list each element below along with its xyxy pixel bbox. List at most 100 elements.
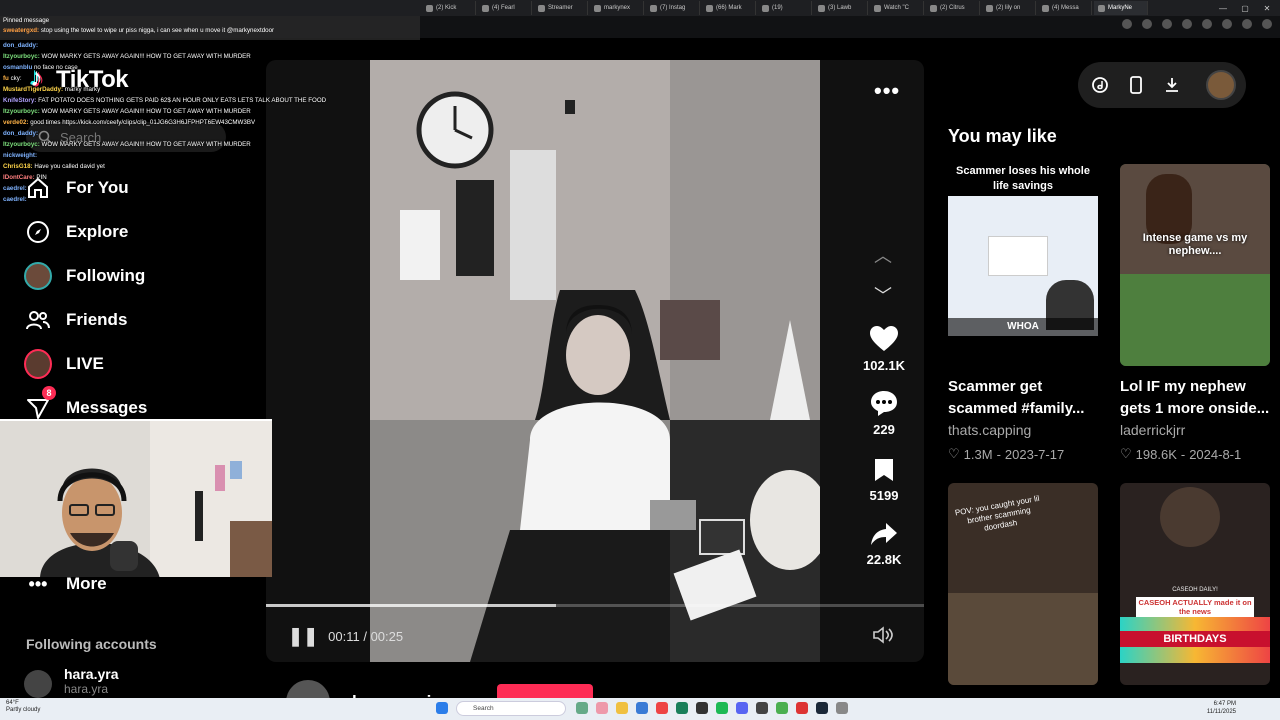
- nav-live[interactable]: LIVE: [24, 349, 104, 379]
- tab-label: Watch "C: [884, 5, 909, 11]
- browser-tab[interactable]: markynex: [590, 1, 644, 15]
- nav-friends[interactable]: Friends: [24, 306, 127, 334]
- windows-start-icon[interactable]: [436, 702, 448, 714]
- recommended-video-card[interactable]: Scammer loses his whole life savings WHO…: [948, 164, 1098, 462]
- browser-tab[interactable]: (19): [758, 1, 812, 15]
- following-account[interactable]: hara.yra hara.yra: [24, 666, 118, 698]
- steam-icon[interactable]: [816, 702, 828, 714]
- copilot-icon[interactable]: [596, 702, 608, 714]
- profile-icon[interactable]: [1242, 19, 1252, 29]
- close-window-button[interactable]: ✕: [1256, 0, 1278, 16]
- tab-label: (2) Kick: [436, 5, 457, 11]
- card-title[interactable]: Scammer get scammed #family...: [948, 376, 1098, 420]
- store-icon[interactable]: [636, 702, 648, 714]
- browser-tab[interactable]: (4) Messa: [1038, 1, 1092, 15]
- menu-icon[interactable]: [1262, 19, 1272, 29]
- bookmark-star-icon[interactable]: [1162, 19, 1172, 29]
- discord-icon[interactable]: [736, 702, 748, 714]
- share-button[interactable]: 22.8K: [858, 522, 910, 567]
- app-icon[interactable]: [836, 702, 848, 714]
- browser-tab[interactable]: Streamer: [534, 1, 588, 15]
- video-thumbnail[interactable]: Scammer loses his whole life savings WHO…: [948, 164, 1098, 366]
- chat-username: fu: [3, 75, 9, 82]
- following-avatar-icon: [24, 262, 52, 290]
- thumbnail-tag: CASEOH DAILY!: [1172, 587, 1218, 593]
- volume-button[interactable]: [872, 626, 894, 644]
- file-explorer-icon[interactable]: [616, 702, 628, 714]
- edge-icon[interactable]: [676, 702, 688, 714]
- app-icon[interactable]: [696, 702, 708, 714]
- share-arrow-icon: [871, 523, 897, 545]
- app-icon[interactable]: [656, 702, 668, 714]
- recommended-video-card[interactable]: POV: you caught your lil brother scammin…: [948, 483, 1098, 685]
- chat-text: no face no case: [33, 64, 78, 71]
- obs-icon[interactable]: [756, 702, 768, 714]
- video-thumbnail[interactable]: CASEOH DAILY! CASEOH ACTUALLY made it on…: [1120, 483, 1270, 685]
- tab-label: (7) Instag: [660, 5, 686, 11]
- extension-icon[interactable]: [1182, 19, 1192, 29]
- tab-favicon-icon: [986, 4, 993, 12]
- next-video-chevron-icon[interactable]: ﹀: [874, 282, 892, 308]
- app-icon[interactable]: [776, 702, 788, 714]
- taskbar-clock[interactable]: 6:47 PM 11/11/2025: [1207, 700, 1236, 716]
- zoom-icon[interactable]: [1122, 19, 1132, 29]
- save-button[interactable]: 5199: [858, 458, 910, 503]
- browser-tab[interactable]: (2) Citrus: [926, 1, 980, 15]
- nav-following[interactable]: Following: [24, 262, 145, 290]
- chat-message: ChrisG18: Have you called david yet: [0, 161, 420, 172]
- widgets-icon[interactable]: [576, 702, 588, 714]
- browser-tab[interactable]: Watch "C: [870, 1, 924, 15]
- profile-avatar[interactable]: [1206, 70, 1236, 100]
- weather-temp: 64°F: [6, 700, 19, 706]
- taskbar-search[interactable]: Search: [456, 701, 566, 716]
- chat-message: osmanblu no face no case: [0, 62, 420, 73]
- nav-label: LIVE: [66, 354, 104, 373]
- card-title[interactable]: Lol IF my nephew gets 1 more onside...: [1120, 376, 1270, 420]
- weather-widget[interactable]: 64°F Partly cloudy: [6, 700, 40, 714]
- video-thumbnail[interactable]: POV: you caught your lil brother scammin…: [948, 483, 1098, 685]
- coin-icon[interactable]: [1090, 75, 1110, 95]
- browser-tab[interactable]: (3) Lawb: [814, 1, 868, 15]
- video-more-options-icon[interactable]: •••: [874, 78, 900, 104]
- video-content-image: [370, 60, 820, 662]
- minimize-button[interactable]: —: [1212, 0, 1234, 16]
- card-author[interactable]: laderrickjrr: [1120, 422, 1270, 438]
- video-frame[interactable]: [370, 60, 820, 662]
- card-author[interactable]: thats.capping: [948, 422, 1098, 438]
- video-thumbnail[interactable]: Intense game vs my nephew....: [1120, 164, 1270, 366]
- tab-favicon-icon: [594, 4, 601, 12]
- sidebar-icon[interactable]: [1222, 19, 1232, 29]
- nav-explore[interactable]: Explore: [24, 218, 128, 246]
- recommended-video-card[interactable]: Intense game vs my nephew.... Lol IF my …: [1120, 164, 1270, 462]
- tab-favicon-icon: [818, 4, 825, 12]
- browser-tab[interactable]: (2) lily on: [982, 1, 1036, 15]
- recommended-video-card[interactable]: CASEOH DAILY! CASEOH ACTUALLY made it on…: [1120, 483, 1270, 685]
- pause-icon[interactable]: ❚❚: [288, 626, 318, 647]
- like-button[interactable]: 102.1K: [858, 326, 910, 373]
- spotify-icon[interactable]: [716, 702, 728, 714]
- browser-tab[interactable]: (2) Kick: [422, 1, 476, 15]
- chat-text: WOW MARKY GETS AWAY AGAIN!!! HOW TO GET …: [41, 141, 251, 148]
- device-icon[interactable]: [1126, 75, 1146, 95]
- tab-favicon-icon: [482, 4, 489, 12]
- pinned-user: sweatergxd:: [3, 27, 40, 34]
- bookmark-icon: [875, 459, 893, 481]
- tab-favicon-icon: [1042, 4, 1049, 12]
- tab-label: (2) lily on: [996, 5, 1021, 11]
- download-icon[interactable]: [1162, 75, 1182, 95]
- nav-messages[interactable]: 8 Messages: [24, 386, 147, 422]
- chat-username: caedrel:: [3, 196, 27, 203]
- browser-tab[interactable]: MarkyNe: [1094, 1, 1148, 15]
- browser-tab[interactable]: (66) Mark: [702, 1, 756, 15]
- previous-video-chevron-icon[interactable]: ︿: [874, 242, 892, 268]
- extensions-puzzle-icon[interactable]: [1202, 19, 1212, 29]
- browser-tab[interactable]: (4) Fearl: [478, 1, 532, 15]
- thumbnail-caption: WHOA: [948, 318, 1098, 336]
- video-progress-bar[interactable]: [266, 604, 924, 607]
- maximize-button[interactable]: ▢: [1234, 0, 1256, 16]
- chrome-icon[interactable]: [796, 702, 808, 714]
- stream-chat-overlay: Pinned message sweatergxd: stop using th…: [0, 16, 420, 205]
- browser-tab[interactable]: (7) Instag: [646, 1, 700, 15]
- comment-button[interactable]: 229: [858, 390, 910, 437]
- share-icon[interactable]: [1142, 19, 1152, 29]
